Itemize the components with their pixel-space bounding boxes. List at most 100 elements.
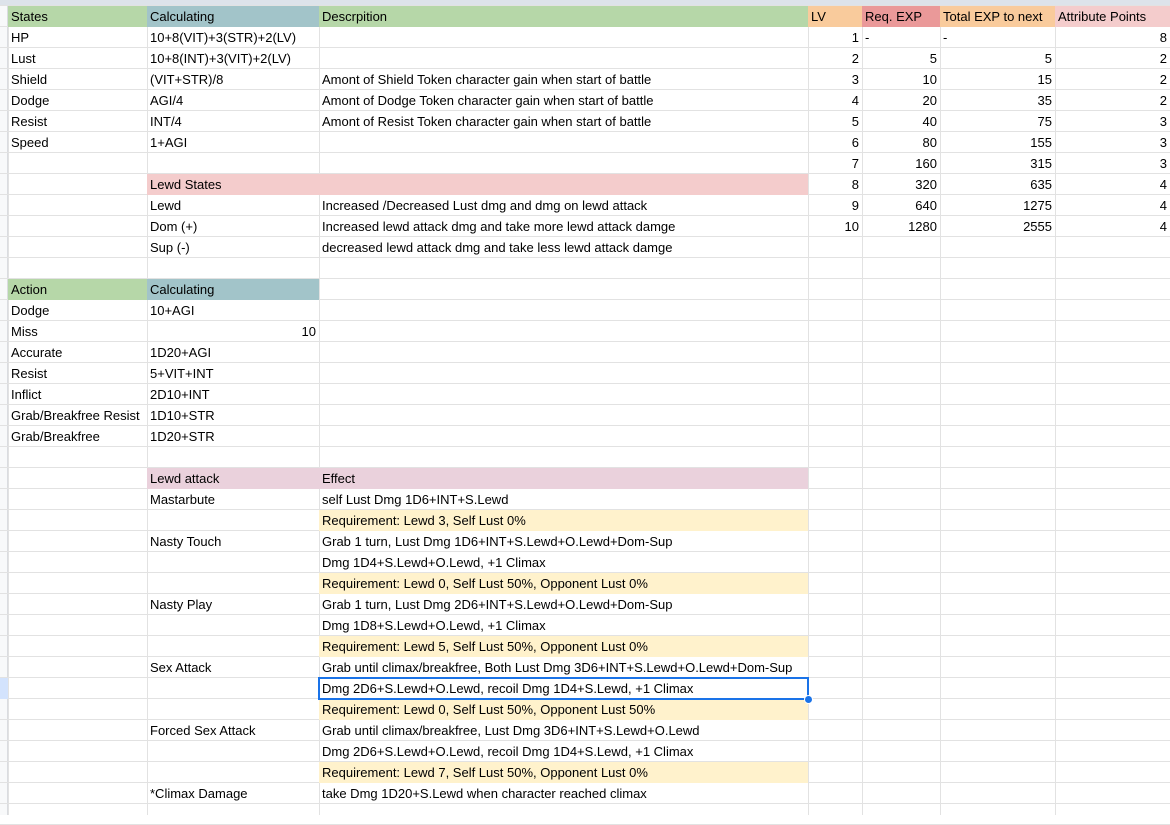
header-calculating[interactable]: Calculating: [147, 6, 319, 27]
total-exp-value[interactable]: 1275: [940, 195, 1055, 216]
total-exp-value[interactable]: 5: [940, 48, 1055, 69]
action-formula[interactable]: 1D10+STR: [147, 405, 319, 426]
requirement-cell[interactable]: Requirement: Lewd 5, Self Lust 50%, Oppo…: [319, 636, 808, 657]
attribute-points-value[interactable]: 3: [1055, 132, 1170, 153]
total-exp-value[interactable]: 15: [940, 69, 1055, 90]
action-name[interactable]: Grab/Breakfree Resist: [8, 405, 147, 426]
req-exp-value[interactable]: 640: [862, 195, 940, 216]
effect-cell[interactable]: Grab until climax/breakfree, Both Lust D…: [319, 657, 808, 678]
action-formula[interactable]: 1D20+AGI: [147, 342, 319, 363]
level-value[interactable]: 2: [808, 48, 862, 69]
state-description[interactable]: [319, 27, 808, 48]
state-formula[interactable]: 1+AGI: [147, 132, 319, 153]
level-value[interactable]: 8: [808, 174, 862, 195]
lewd-attack-name[interactable]: [147, 762, 319, 783]
level-value[interactable]: 3: [808, 69, 862, 90]
req-exp-value[interactable]: 80: [862, 132, 940, 153]
state-description[interactable]: [319, 48, 808, 69]
lewd-attack-name[interactable]: [147, 678, 319, 699]
state-formula[interactable]: INT/4: [147, 111, 319, 132]
state-name[interactable]: Lust: [8, 48, 147, 69]
action-formula[interactable]: 10: [147, 321, 319, 342]
header-description[interactable]: Descrpition: [319, 6, 808, 27]
action-formula[interactable]: 10+AGI: [147, 300, 319, 321]
effect-cell[interactable]: Grab 1 turn, Lust Dmg 1D6+INT+S.Lewd+O.L…: [319, 531, 808, 552]
level-value[interactable]: 9: [808, 195, 862, 216]
action-name[interactable]: Grab/Breakfree: [8, 426, 147, 447]
fill-handle[interactable]: [804, 695, 813, 704]
attribute-points-value[interactable]: 4: [1055, 195, 1170, 216]
requirement-cell[interactable]: Requirement: Lewd 7, Self Lust 50%, Oppo…: [319, 762, 808, 783]
attribute-points-value[interactable]: 2: [1055, 90, 1170, 111]
total-exp-value[interactable]: 635: [940, 174, 1055, 195]
action-name[interactable]: Miss: [8, 321, 147, 342]
req-exp-value[interactable]: 1280: [862, 216, 940, 237]
state-description[interactable]: Amont of Shield Token character gain whe…: [319, 69, 808, 90]
req-exp-value[interactable]: 20: [862, 90, 940, 111]
state-formula[interactable]: (VIT+STR)/8: [147, 69, 319, 90]
level-value[interactable]: 5: [808, 111, 862, 132]
action-name[interactable]: Accurate: [8, 342, 147, 363]
attribute-points-value[interactable]: 2: [1055, 69, 1170, 90]
state-formula[interactable]: 10+8(VIT)+3(STR)+2(LV): [147, 27, 319, 48]
header-lewd-states-fill[interactable]: [319, 174, 808, 195]
lewd-attack-name[interactable]: Forced Sex Attack: [147, 720, 319, 741]
header-lewd-states[interactable]: Lewd States: [147, 174, 319, 195]
level-value[interactable]: 1: [808, 27, 862, 48]
attribute-points-value[interactable]: 3: [1055, 111, 1170, 132]
header-effect[interactable]: Effect: [319, 468, 808, 489]
state-name[interactable]: Speed: [8, 132, 147, 153]
lewd-state-name[interactable]: Lewd: [147, 195, 319, 216]
action-formula[interactable]: 1D20+STR: [147, 426, 319, 447]
state-description[interactable]: [319, 132, 808, 153]
lewd-attack-name[interactable]: [147, 552, 319, 573]
state-name[interactable]: Dodge: [8, 90, 147, 111]
header-total-exp[interactable]: Total EXP to next: [940, 6, 1055, 27]
total-exp-value[interactable]: 35: [940, 90, 1055, 111]
total-exp-value[interactable]: 315: [940, 153, 1055, 174]
lewd-attack-name[interactable]: Sex Attack: [147, 657, 319, 678]
lewd-state-name[interactable]: Sup (-): [147, 237, 319, 258]
lewd-attack-name[interactable]: Nasty Touch: [147, 531, 319, 552]
req-exp-value[interactable]: 10: [862, 69, 940, 90]
header-attribute-points[interactable]: Attribute Points: [1055, 6, 1170, 27]
lewd-attack-name[interactable]: [147, 573, 319, 594]
action-name[interactable]: Resist: [8, 363, 147, 384]
req-exp-value[interactable]: 160: [862, 153, 940, 174]
effect-cell[interactable]: Dmg 1D4+S.Lewd+O.Lewd, +1 Climax: [319, 552, 808, 573]
total-exp-value[interactable]: 75: [940, 111, 1055, 132]
lewd-attack-name[interactable]: [147, 510, 319, 531]
action-name[interactable]: Inflict: [8, 384, 147, 405]
lewd-attack-name[interactable]: *Climax Damage: [147, 783, 319, 804]
state-description[interactable]: Amont of Resist Token character gain whe…: [319, 111, 808, 132]
total-exp-value[interactable]: 2555: [940, 216, 1055, 237]
lewd-attack-name[interactable]: Mastarbute: [147, 489, 319, 510]
effect-cell[interactable]: Grab until climax/breakfree, Lust Dmg 3D…: [319, 720, 808, 741]
lewd-attack-name[interactable]: [147, 615, 319, 636]
state-formula[interactable]: 10+8(INT)+3(VIT)+2(LV): [147, 48, 319, 69]
spreadsheet-grid[interactable]: States Calculating Descrpition HP 10+8(VIT)+…: [0, 0, 1170, 825]
state-name[interactable]: Shield: [8, 69, 147, 90]
effect-cell[interactable]: Grab 1 turn, Lust Dmg 2D6+INT+S.Lewd+O.L…: [319, 594, 808, 615]
requirement-cell[interactable]: Requirement: Lewd 0, Self Lust 50%, Oppo…: [319, 573, 808, 594]
lewd-state-description[interactable]: Increased lewd attack dmg and take more …: [319, 216, 808, 237]
effect-cell[interactable]: self Lust Dmg 1D6+INT+S.Lewd: [319, 489, 808, 510]
attribute-points-value[interactable]: 4: [1055, 174, 1170, 195]
attribute-points-value[interactable]: 4: [1055, 216, 1170, 237]
header-lewd-attack[interactable]: Lewd attack: [147, 468, 319, 489]
action-formula[interactable]: 5+VIT+INT: [147, 363, 319, 384]
lewd-state-name[interactable]: Dom (+): [147, 216, 319, 237]
effect-cell[interactable]: take Dmg 1D20+S.Lewd when character reac…: [319, 783, 808, 804]
header-action-calculating[interactable]: Calculating: [147, 279, 319, 300]
req-exp-value[interactable]: 5: [862, 48, 940, 69]
lewd-attack-name[interactable]: Nasty Play: [147, 594, 319, 615]
attribute-points-value[interactable]: 2: [1055, 48, 1170, 69]
header-lv[interactable]: LV: [808, 6, 862, 27]
effect-cell[interactable]: Dmg 2D6+S.Lewd+O.Lewd, recoil Dmg 1D4+S.…: [319, 741, 808, 762]
header-action[interactable]: Action: [8, 279, 147, 300]
header-req-exp[interactable]: Req. EXP: [862, 6, 940, 27]
level-value[interactable]: 6: [808, 132, 862, 153]
req-exp-value[interactable]: 40: [862, 111, 940, 132]
req-exp-value[interactable]: 320: [862, 174, 940, 195]
lewd-attack-name[interactable]: [147, 741, 319, 762]
